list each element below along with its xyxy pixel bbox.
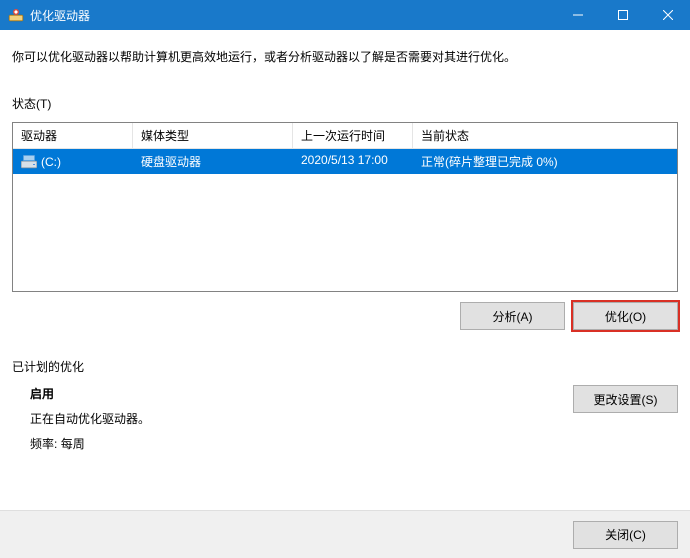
description-text: 你可以优化驱动器以帮助计算机更高效地运行，或者分析驱动器以了解是否需要对其进行优… <box>12 42 678 65</box>
scheduled-status: 启用 <box>30 385 150 402</box>
window-controls <box>555 0 690 30</box>
drive-icon <box>21 155 37 169</box>
change-settings-button[interactable]: 更改设置(S) <box>573 385 678 413</box>
header-status[interactable]: 当前状态 <box>413 123 677 148</box>
window-title: 优化驱动器 <box>30 7 555 24</box>
optimize-button[interactable]: 优化(O) <box>573 302 678 330</box>
scheduled-body: 启用 正在自动优化驱动器。 频率: 每周 更改设置(S) <box>12 385 678 460</box>
table-header: 驱动器 媒体类型 上一次运行时间 当前状态 <box>13 123 677 149</box>
content-area: 你可以优化驱动器以帮助计算机更高效地运行，或者分析驱动器以了解是否需要对其进行优… <box>0 30 690 460</box>
scheduled-info: 启用 正在自动优化驱动器。 频率: 每周 <box>30 385 150 460</box>
scheduled-label: 已计划的优化 <box>12 358 678 375</box>
close-button[interactable] <box>645 0 690 30</box>
close-dialog-button[interactable]: 关闭(C) <box>573 521 678 549</box>
analyze-button[interactable]: 分析(A) <box>460 302 565 330</box>
scheduled-freq: 频率: 每周 <box>30 435 150 452</box>
cell-status: 正常(碎片整理已完成 0%) <box>413 149 677 174</box>
titlebar: 优化驱动器 <box>0 0 690 30</box>
maximize-button[interactable] <box>600 0 645 30</box>
header-drive[interactable]: 驱动器 <box>13 123 133 148</box>
cell-lastrun: 2020/5/13 17:00 <box>293 149 413 174</box>
footer: 关闭(C) <box>0 510 690 558</box>
header-media[interactable]: 媒体类型 <box>133 123 293 148</box>
scheduled-desc: 正在自动优化驱动器。 <box>30 410 150 427</box>
cell-media: 硬盘驱动器 <box>133 149 293 174</box>
drive-label: (C:) <box>41 155 61 169</box>
action-buttons: 分析(A) 优化(O) <box>12 302 678 330</box>
minimize-button[interactable] <box>555 0 600 30</box>
drives-table: 驱动器 媒体类型 上一次运行时间 当前状态 (C:) 硬盘驱动器 <box>12 122 678 292</box>
app-icon <box>8 7 24 23</box>
header-lastrun[interactable]: 上一次运行时间 <box>293 123 413 148</box>
table-row[interactable]: (C:) 硬盘驱动器 2020/5/13 17:00 正常(碎片整理已完成 0%… <box>13 149 677 174</box>
cell-drive: (C:) <box>13 149 133 174</box>
status-label: 状态(T) <box>12 95 678 112</box>
scheduled-section: 已计划的优化 启用 正在自动优化驱动器。 频率: 每周 更改设置(S) <box>12 358 678 460</box>
